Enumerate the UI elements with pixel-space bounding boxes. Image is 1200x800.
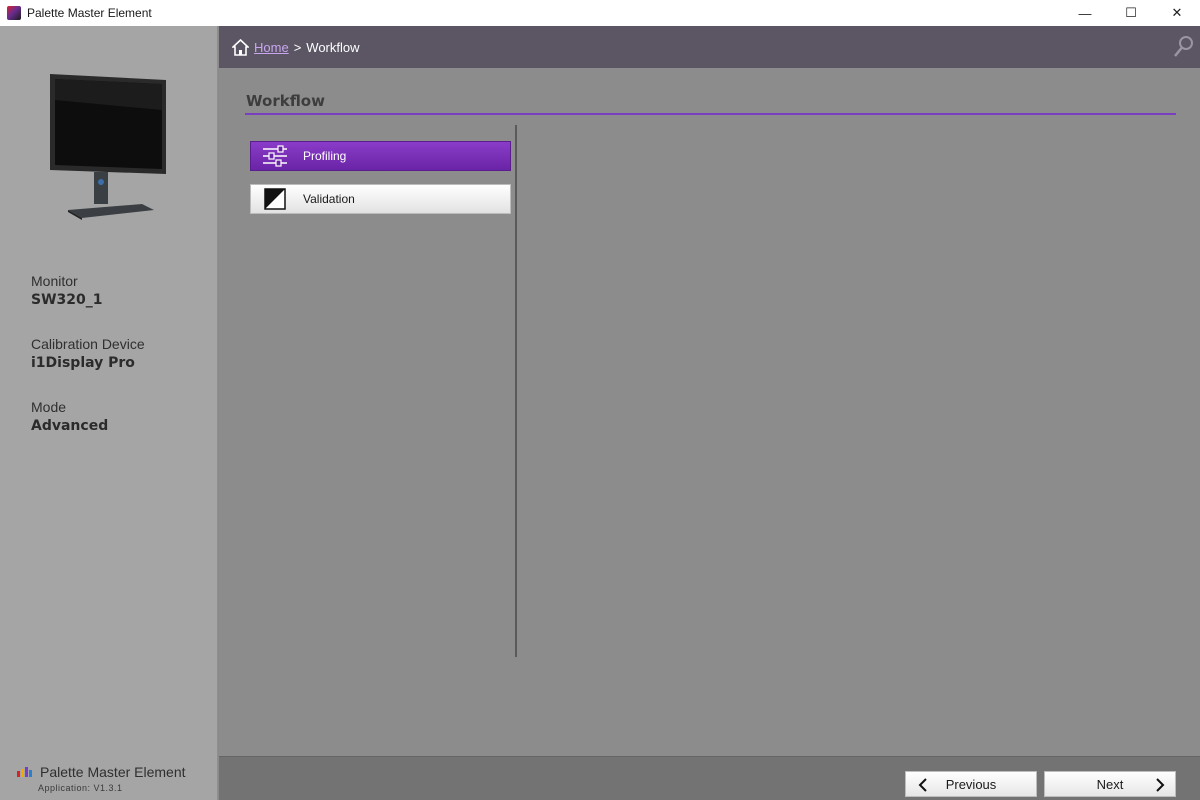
- monitor-value: SW320_1: [31, 292, 103, 308]
- previous-button[interactable]: Previous: [905, 771, 1037, 797]
- window-controls: — ☐ ✕: [1062, 0, 1200, 26]
- panel-divider: [515, 125, 517, 657]
- breadcrumb-current: Workflow: [306, 39, 360, 55]
- sliders-icon: [263, 145, 287, 167]
- breadcrumb-home-link[interactable]: Home: [254, 40, 289, 55]
- maximize-button[interactable]: ☐: [1108, 0, 1154, 26]
- sidebar: Monitor SW320_1 Calibration Device i1Dis…: [0, 26, 218, 800]
- device-value: i1Display Pro: [31, 355, 135, 371]
- breadcrumb-separator: >: [293, 39, 302, 55]
- search-icon[interactable]: [1173, 35, 1195, 59]
- mode-label: Mode: [31, 399, 67, 415]
- app-icon: [7, 6, 21, 20]
- brand: Palette Master Element: [17, 764, 186, 780]
- device-label: Calibration Device: [31, 336, 145, 352]
- next-button-label: Next: [1096, 776, 1124, 792]
- window-title: Palette Master Element: [27, 6, 152, 20]
- monitor-label: Monitor: [31, 273, 78, 289]
- minimize-button[interactable]: —: [1062, 0, 1108, 26]
- chevron-right-icon: [1156, 778, 1165, 792]
- previous-button-label: Previous: [945, 776, 997, 792]
- workflow-item-label: Validation: [303, 192, 355, 206]
- app-version: Application: V1.3.1: [38, 783, 123, 793]
- workflow-item-label: Profiling: [303, 149, 347, 163]
- mode-value: Advanced: [31, 418, 109, 434]
- close-button[interactable]: ✕: [1154, 0, 1200, 26]
- chevron-left-icon: [918, 778, 927, 792]
- main-content: Workflow Profiling Validation: [219, 68, 1200, 756]
- title-underline: [245, 113, 1176, 115]
- brand-name: Palette Master Element: [40, 764, 186, 780]
- footer-bar: Previous Next: [219, 756, 1200, 800]
- contrast-icon: [264, 188, 286, 210]
- monitor-image: [50, 74, 166, 220]
- home-icon[interactable]: [232, 38, 249, 56]
- next-button[interactable]: Next: [1044, 771, 1176, 797]
- title-bar: Palette Master Element — ☐ ✕: [0, 0, 1200, 26]
- workflow-item-validation[interactable]: Validation: [250, 184, 511, 214]
- workflow-item-profiling[interactable]: Profiling: [250, 141, 511, 171]
- brand-logo-icon: [17, 767, 35, 777]
- breadcrumb: Home > Workflow: [219, 26, 1200, 68]
- page-title: Workflow: [246, 92, 325, 110]
